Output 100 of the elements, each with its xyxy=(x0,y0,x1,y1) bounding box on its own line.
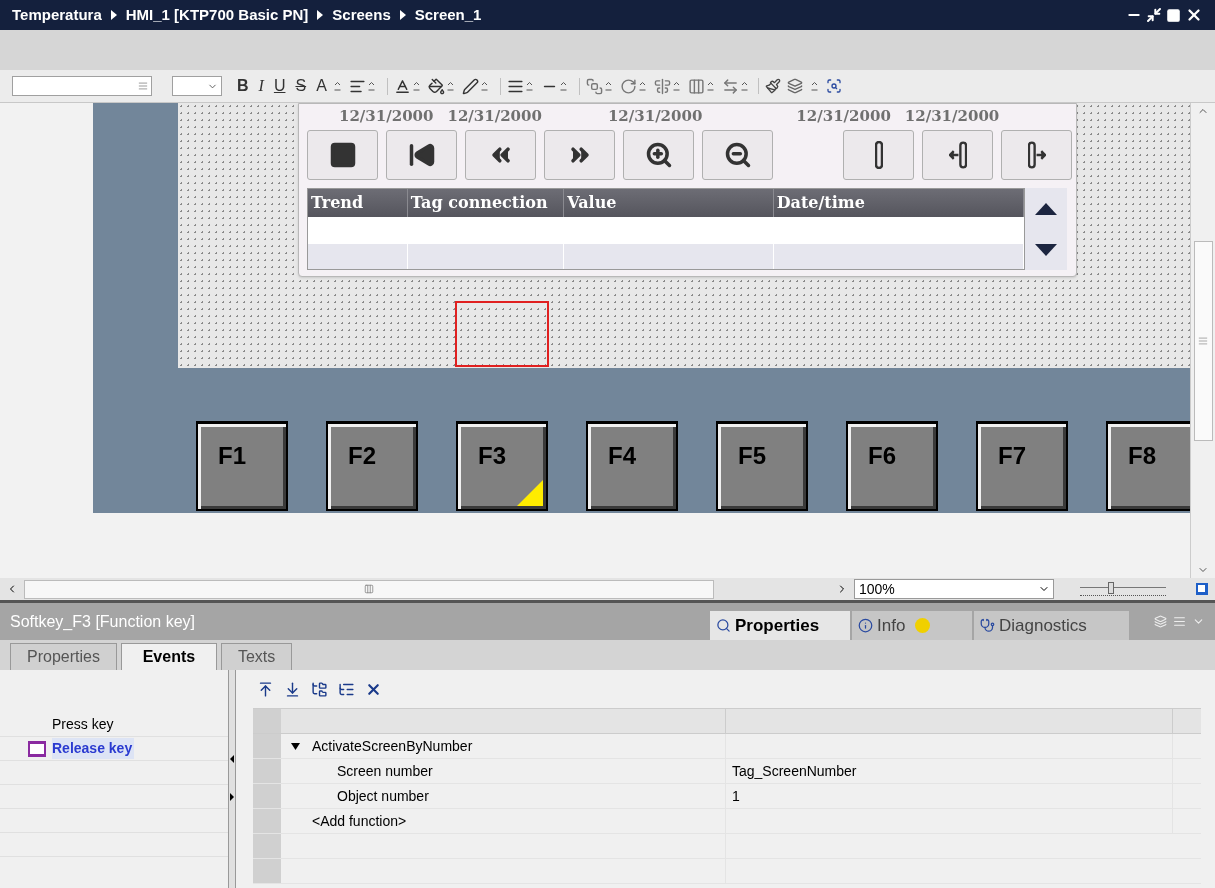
layers-icon[interactable] xyxy=(786,78,803,94)
trend-button[interactable] xyxy=(544,130,615,180)
subtab[interactable]: Events xyxy=(120,643,217,670)
restore-icon[interactable] xyxy=(1146,7,1162,23)
breadcrumb[interactable]: Temperatura xyxy=(12,3,102,27)
dropdown-icon[interactable] xyxy=(525,81,533,91)
format-button[interactable]: S xyxy=(290,74,312,98)
collapse-left-icon[interactable] xyxy=(230,755,234,763)
event-marker-icon xyxy=(517,480,543,506)
pen-icon[interactable] xyxy=(461,77,479,95)
breadcrumb-arrow-icon xyxy=(316,10,325,20)
date-label: 12/31/2000 xyxy=(339,105,434,127)
window-icon[interactable] xyxy=(1195,582,1209,596)
event-item[interactable]: Release key xyxy=(52,738,135,759)
format-button[interactable]: U xyxy=(268,74,291,98)
slider-thumb[interactable] xyxy=(1108,582,1114,594)
function-icon xyxy=(28,740,46,757)
trend-button[interactable] xyxy=(307,130,378,180)
dropdown-icon[interactable] xyxy=(604,81,612,91)
breadcrumb[interactable]: Screen_1 xyxy=(414,3,482,27)
dropdown-icon[interactable] xyxy=(412,81,420,91)
inspector-tab[interactable]: Info xyxy=(852,611,972,640)
format-button[interactable]: A xyxy=(311,74,332,98)
subtab[interactable]: Properties xyxy=(10,643,117,670)
dropdown-icon[interactable] xyxy=(480,81,488,91)
ruler-left-icon xyxy=(948,141,967,169)
zoom-slider[interactable] xyxy=(1080,582,1166,596)
ruler-icon xyxy=(874,141,883,169)
function-key[interactable]: F8 xyxy=(1106,421,1190,511)
zoom-select-icon[interactable] xyxy=(825,78,842,94)
function-name[interactable]: ActivateScreenByNumber xyxy=(312,735,473,757)
horizontal-scroll-thumb[interactable] xyxy=(24,579,714,599)
layers-icon[interactable] xyxy=(585,77,603,95)
dropdown-icon[interactable] xyxy=(706,81,714,91)
date-label: 12/31/2000 xyxy=(796,105,891,127)
maximize-icon[interactable] xyxy=(1166,7,1181,23)
dropdown-icon[interactable] xyxy=(333,81,341,91)
align-center-icon[interactable] xyxy=(653,77,671,95)
function-key[interactable]: F1 xyxy=(196,421,288,511)
stop-icon xyxy=(328,141,357,169)
parameter-value[interactable]: 1 xyxy=(732,785,740,807)
function-key[interactable]: F4 xyxy=(586,421,678,511)
trend-button[interactable] xyxy=(1001,130,1072,180)
font-color-icon[interactable] xyxy=(393,77,411,95)
object-title: Softkey_F3 [Function key] xyxy=(10,611,196,632)
tree-icon[interactable] xyxy=(311,680,328,698)
inspector-tab[interactable]: Properties xyxy=(710,611,850,640)
zoom-out-icon xyxy=(723,141,752,169)
breadcrumb[interactable]: Screens xyxy=(332,3,391,27)
move-down-icon[interactable] xyxy=(284,680,301,698)
dropdown-icon[interactable] xyxy=(740,81,748,91)
zoom-field[interactable]: 100% xyxy=(854,579,1054,599)
columns-icon[interactable] xyxy=(687,77,705,95)
dropdown-icon[interactable] xyxy=(559,81,567,91)
subtab[interactable]: Texts xyxy=(220,643,293,670)
vertical-scrollbar[interactable] xyxy=(1190,103,1215,578)
function-key[interactable]: F2 xyxy=(326,421,418,511)
trend-button[interactable] xyxy=(623,130,694,180)
brush-icon[interactable] xyxy=(764,78,781,94)
fill-icon[interactable] xyxy=(427,77,445,95)
scroll-thumb[interactable] xyxy=(1193,240,1213,441)
add-function-link[interactable]: <Add function> xyxy=(281,810,407,832)
expand-right-icon[interactable] xyxy=(230,793,234,801)
dropdown-icon[interactable] xyxy=(446,81,454,91)
dropdown-icon[interactable] xyxy=(638,81,646,91)
breadcrumb-arrow-icon xyxy=(398,10,407,20)
breadcrumb-arrow-icon xyxy=(109,10,118,20)
info-badge-icon xyxy=(915,618,931,633)
function-key[interactable]: F7 xyxy=(976,421,1068,511)
close-icon[interactable] xyxy=(1185,6,1203,24)
dropdown-icon[interactable] xyxy=(672,81,680,91)
trend-button[interactable] xyxy=(922,130,993,180)
format-button[interactable]: B xyxy=(232,74,254,98)
font-size-field[interactable] xyxy=(172,76,222,96)
breadcrumb[interactable]: HMI_1 [KTP700 Basic PN] xyxy=(125,3,309,27)
dropdown-icon[interactable] xyxy=(367,81,375,91)
trend-button[interactable] xyxy=(465,130,536,180)
info-icon xyxy=(858,618,873,633)
parameter-value[interactable]: Tag_ScreenNumber xyxy=(732,760,857,782)
inspector-tab[interactable]: Diagnostics xyxy=(974,611,1129,640)
skip-back-icon xyxy=(407,141,436,169)
format-button[interactable]: I xyxy=(253,74,269,98)
dropdown-icon[interactable] xyxy=(810,81,818,91)
font-field[interactable] xyxy=(12,76,152,96)
function-key[interactable]: F6 xyxy=(846,421,938,511)
arrows-icon[interactable] xyxy=(721,77,739,95)
function-key[interactable]: F5 xyxy=(716,421,808,511)
function-key[interactable]: F3 xyxy=(456,421,548,511)
move-up-icon[interactable] xyxy=(257,680,274,698)
parameter-name: Object number xyxy=(336,786,429,806)
event-item[interactable]: Press key xyxy=(52,714,114,735)
rotate-icon[interactable] xyxy=(619,77,637,95)
expand-arrow-icon[interactable] xyxy=(291,742,300,750)
trend-button[interactable] xyxy=(702,130,773,180)
trend-button[interactable] xyxy=(386,130,457,180)
stethoscope-icon xyxy=(980,618,995,633)
grip-icon xyxy=(364,584,374,594)
down-arrow-icon[interactable] xyxy=(1035,243,1057,256)
trend-button[interactable] xyxy=(843,130,914,180)
up-arrow-icon[interactable] xyxy=(1035,202,1057,215)
